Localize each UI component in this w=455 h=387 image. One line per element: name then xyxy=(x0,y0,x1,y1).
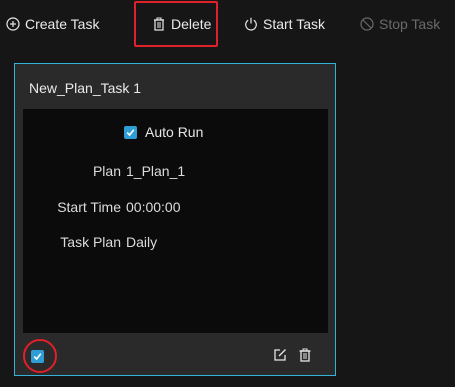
edit-icon[interactable] xyxy=(273,348,287,362)
field-label: Plan xyxy=(92,163,121,179)
select-highlight-circle xyxy=(23,339,57,373)
toolbar: Create Task Delete Start Task Stop Task xyxy=(0,0,455,52)
field-label: Task Plan xyxy=(60,234,121,250)
trash-icon[interactable] xyxy=(298,348,312,362)
checkbox-checked-icon xyxy=(124,125,137,139)
task-card[interactable]: New_Plan_Task 1 Auto Run Plan 1_Plan_1 S… xyxy=(14,63,336,376)
start-task-label: Start Task xyxy=(263,16,325,32)
field-value: Daily xyxy=(126,234,158,250)
task-card-body: Auto Run Plan 1_Plan_1 Start Time 00:00:… xyxy=(23,109,328,333)
field-row-start-time: Start Time 00:00:00 xyxy=(23,199,323,217)
field-label: Start Time xyxy=(57,199,121,215)
delete-highlight-box xyxy=(134,1,218,47)
task-card-title: New_Plan_Task 1 xyxy=(29,80,142,96)
field-row-plan: Plan 1_Plan_1 xyxy=(23,163,323,181)
create-task-label: Create Task xyxy=(25,16,100,32)
start-task-button[interactable]: Start Task xyxy=(244,12,325,36)
create-task-button[interactable]: Create Task xyxy=(6,12,99,36)
auto-run-checkbox[interactable]: Auto Run xyxy=(124,124,203,140)
power-icon xyxy=(245,17,257,31)
field-value: 1_Plan_1 xyxy=(126,163,186,179)
plus-circle-icon xyxy=(6,17,20,31)
ban-icon xyxy=(360,17,374,31)
field-value: 00:00:00 xyxy=(126,199,181,215)
auto-run-label: Auto Run xyxy=(145,124,204,140)
stop-task-button[interactable]: Stop Task xyxy=(360,12,440,36)
stop-task-label: Stop Task xyxy=(379,16,441,32)
field-row-task-plan: Task Plan Daily xyxy=(23,234,323,252)
